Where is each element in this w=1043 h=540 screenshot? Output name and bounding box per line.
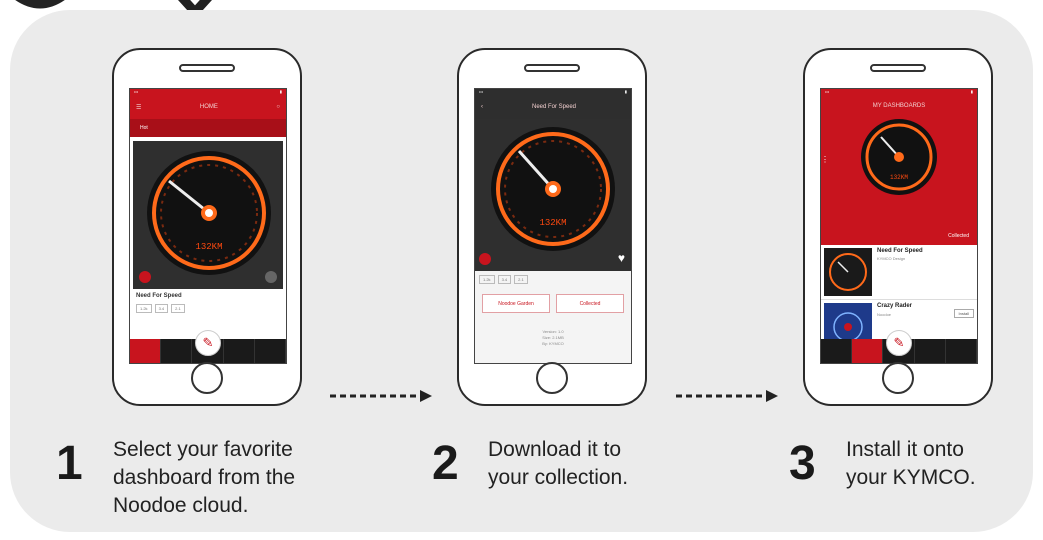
stat-chip: 3.4: [497, 275, 512, 284]
heart-icon[interactable]: ♥: [618, 251, 625, 265]
stat-chip: 1.2k: [479, 275, 495, 284]
item-meta: Need For Speed 1.2k 3.4 2.1: [130, 289, 286, 317]
search-icon[interactable]: ○: [276, 104, 280, 110]
heart-icon[interactable]: [265, 271, 277, 283]
gauge-icon: 132KM: [491, 127, 615, 251]
nav-item[interactable]: [946, 339, 977, 363]
nav-item[interactable]: [161, 339, 193, 363]
item-subtitle: KYMCO Design: [877, 256, 906, 261]
back-icon[interactable]: ‹: [481, 104, 483, 110]
home-button-icon: [882, 362, 914, 394]
menu-icon[interactable]: ☰: [136, 104, 141, 111]
step-2-number: 2: [432, 437, 459, 490]
collection-header: MY DASHBOARDS 132KM ⋮ Collected: [821, 95, 977, 245]
arrow-right-icon: [330, 390, 432, 402]
garden-button[interactable]: Noodoe Garden: [482, 294, 550, 313]
list-item[interactable]: Need For Speed KYMCO Design: [821, 245, 977, 300]
screen-title: HOME: [199, 104, 218, 110]
phone-3-screen: ••• ▮ MY DASHBOARDS 132KM ⋮ Collected Nee…: [820, 88, 978, 364]
speaker-grille: [870, 64, 926, 72]
swipe-indicator[interactable]: ⋮: [821, 155, 829, 164]
collected-label: Collected: [948, 233, 969, 239]
app-titlebar: ☰ HOME ○: [130, 95, 286, 119]
stat-chip: 3.4: [154, 304, 169, 313]
nav-item[interactable]: [915, 339, 946, 363]
collected-button[interactable]: Collected: [556, 294, 624, 313]
gauge-icon: 132KM: [147, 151, 271, 275]
tab-hot[interactable]: Hot: [140, 125, 148, 131]
speed-readout: 132KM: [890, 174, 908, 181]
nav-item[interactable]: [821, 339, 853, 363]
dashboard-preview[interactable]: 132KM: [133, 141, 283, 289]
nav-item[interactable]: [852, 339, 884, 363]
item-name: Need For Speed: [136, 293, 182, 299]
info-line: By: KYMCO: [542, 341, 564, 346]
step-1-text: Select your favorite dashboard from the …: [113, 438, 296, 517]
edit-fab-icon[interactable]: ✎: [195, 330, 221, 356]
install-button[interactable]: Install: [953, 309, 974, 318]
edit-fab-icon[interactable]: ✎: [886, 330, 912, 356]
speaker-grille: [179, 64, 235, 72]
speed-readout: 132KM: [539, 218, 566, 228]
nav-item[interactable]: [255, 339, 286, 363]
screen-title: Need For Speed: [531, 104, 577, 110]
speaker-grille: [524, 64, 580, 72]
nav-home[interactable]: [130, 339, 162, 363]
stat-chip: 2.1: [171, 304, 185, 313]
step-2-text: Download it to your collection.: [488, 438, 629, 489]
stat-chip: 1.2k: [136, 304, 152, 313]
phone-2-screen: •••▮ ‹ Need For Speed 132KM ♥ 1.2k 3.4: [474, 88, 632, 364]
phone-3: ••• ▮ MY DASHBOARDS 132KM ⋮ Collected Nee…: [803, 48, 993, 406]
badge-icon: [479, 253, 491, 265]
thumbnail: [824, 248, 872, 296]
dashboard-preview[interactable]: 132KM ♥: [475, 119, 631, 271]
phone-1: •••▮ ☰ HOME ○ Hot 132KM Need For Speed: [112, 48, 302, 406]
action-buttons: Noodoe Garden Collected: [475, 288, 631, 319]
badge-icon: [139, 271, 151, 283]
speed-readout: 132KM: [195, 242, 222, 252]
stat-chip: 2.1: [514, 275, 528, 284]
home-button-icon: [536, 362, 568, 394]
step-3-text: Install it onto your KYMCO.: [846, 438, 976, 489]
step-1-number: 1: [56, 437, 83, 490]
home-button-icon: [191, 362, 223, 394]
step-3-number: 3: [789, 437, 816, 490]
nav-item[interactable]: [224, 339, 255, 363]
item-title: Need For Speed: [877, 248, 923, 254]
phone-1-screen: •••▮ ☰ HOME ○ Hot 132KM Need For Speed: [129, 88, 287, 364]
item-subtitle: Noodoe: [877, 312, 892, 317]
arrow-right-icon: [676, 390, 778, 402]
app-titlebar: ‹ Need For Speed: [475, 95, 631, 119]
info-block: Version: 1.0 Size: 2.1MB By: KYMCO: [475, 329, 631, 347]
screen-title: MY DASHBOARDS: [872, 103, 926, 109]
gauge-icon: 132KM: [861, 119, 937, 195]
tab-bar: Hot: [130, 119, 286, 137]
phone-2: •••▮ ‹ Need For Speed 132KM ♥ 1.2k 3.4: [457, 48, 647, 406]
